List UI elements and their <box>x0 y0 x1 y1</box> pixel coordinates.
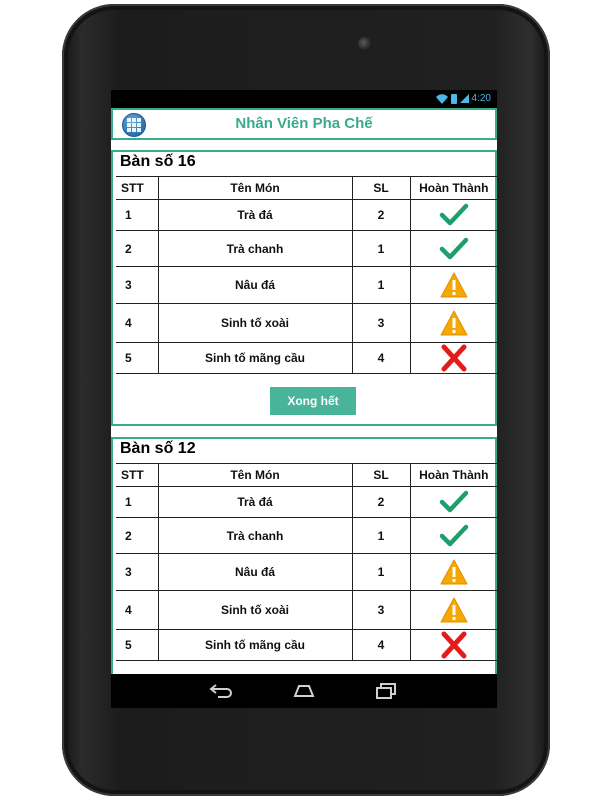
row-item-name: Sinh tố mãng cầu <box>157 629 352 661</box>
row-quantity: 1 <box>351 266 410 304</box>
row-stt: 1 <box>116 486 158 518</box>
check-icon[interactable] <box>439 201 469 229</box>
nav-bar <box>111 674 497 708</box>
row-quantity: 1 <box>351 553 410 591</box>
row-item-name: Nâu đá <box>157 266 352 304</box>
order-card-title: Bàn số 16 <box>120 153 196 170</box>
table-row: 3 Nâu đá 1 <box>116 266 497 304</box>
row-item-name: Sinh tố xoài <box>157 303 352 343</box>
col-header-done: Hoàn Thành <box>409 176 497 200</box>
row-status[interactable] <box>409 199 497 231</box>
row-status[interactable] <box>409 230 497 267</box>
row-quantity: 2 <box>351 199 410 231</box>
row-status[interactable] <box>409 486 497 518</box>
cross-icon[interactable] <box>439 631 469 659</box>
row-stt: 3 <box>116 266 158 304</box>
signal-icon <box>459 94 469 103</box>
row-stt: 5 <box>116 342 158 374</box>
col-header-name: Tên Món <box>157 176 352 200</box>
table-header-row: STT Tên Món SL Hoàn Thành <box>116 463 497 487</box>
row-status[interactable] <box>409 303 497 343</box>
order-card-title: Bàn số 12 <box>120 440 196 457</box>
check-icon[interactable] <box>439 488 469 516</box>
row-quantity: 4 <box>351 629 410 661</box>
wifi-icon <box>435 93 448 104</box>
warning-icon[interactable] <box>439 309 469 337</box>
table-row: 2 Trà chanh 1 <box>116 230 497 267</box>
back-icon[interactable] <box>208 682 234 700</box>
app-content: Nhân Viên Pha Chế Bàn số 16 STT Tên Món … <box>111 108 497 674</box>
col-header-qty: SL <box>351 463 410 487</box>
table-row: 2 Trà chanh 1 <box>116 517 497 554</box>
table-row: 4 Sinh tố xoài 3 <box>116 590 497 630</box>
order-table: STT Tên Món SL Hoàn Thành 1 Trà đá 2 2 Trà c… <box>116 463 497 661</box>
row-quantity: 2 <box>351 486 410 518</box>
page-title: Nhân Viên Pha Chế <box>235 115 373 132</box>
row-quantity: 3 <box>351 590 410 630</box>
row-status[interactable] <box>409 553 497 591</box>
row-status[interactable] <box>409 342 497 374</box>
col-header-stt: STT <box>116 176 158 200</box>
recents-icon[interactable] <box>373 682 399 700</box>
order-table: STT Tên Món SL Hoàn Thành 1 Trà đá 2 2 Trà c… <box>116 176 497 374</box>
table-header-row: STT Tên Món SL Hoàn Thành <box>116 176 497 200</box>
status-time: 4:20 <box>471 93 491 104</box>
check-icon[interactable] <box>439 235 469 263</box>
row-stt: 1 <box>116 199 158 231</box>
table-row: 3 Nâu đá 1 <box>116 553 497 591</box>
table-row: 5 Sinh tố mãng cầu 4 <box>116 629 497 661</box>
app-header: Nhân Viên Pha Chế <box>111 108 497 140</box>
row-item-name: Sinh tố xoài <box>157 590 352 630</box>
row-item-name: Trà đá <box>157 486 352 518</box>
order-card-table-16: Bàn số 16 STT Tên Món SL Hoàn Thành 1 Trà… <box>111 150 497 426</box>
row-stt: 3 <box>116 553 158 591</box>
row-stt: 2 <box>116 517 158 554</box>
row-item-name: Trà chanh <box>157 517 352 554</box>
row-quantity: 4 <box>351 342 410 374</box>
status-bar: 4:20 <box>111 90 497 108</box>
warning-icon[interactable] <box>439 558 469 586</box>
cross-icon[interactable] <box>439 344 469 372</box>
camera-icon <box>358 37 372 51</box>
done-all-button[interactable]: Xong hết <box>270 387 356 415</box>
table-row: 1 Trà đá 2 <box>116 199 497 231</box>
home-icon[interactable] <box>291 682 317 700</box>
row-item-name: Nâu đá <box>157 553 352 591</box>
row-item-name: Sinh tố mãng cầu <box>157 342 352 374</box>
row-item-name: Trà chanh <box>157 230 352 267</box>
screen: 4:20 Nhân Viên Pha Chế Bàn số 16 STT Tên… <box>111 90 497 708</box>
check-icon[interactable] <box>439 522 469 550</box>
row-quantity: 3 <box>351 303 410 343</box>
col-header-name: Tên Món <box>157 463 352 487</box>
row-stt: 5 <box>116 629 158 661</box>
table-row: 5 Sinh tố mãng cầu 4 <box>116 342 497 374</box>
row-quantity: 1 <box>351 517 410 554</box>
row-stt: 2 <box>116 230 158 267</box>
row-status[interactable] <box>409 266 497 304</box>
row-stt: 4 <box>116 303 158 343</box>
row-status[interactable] <box>409 629 497 661</box>
table-row: 1 Trà đá 2 <box>116 486 497 518</box>
order-card-table-12: Bàn số 12 STT Tên Món SL Hoàn Thành 1 Trà… <box>111 437 497 674</box>
col-header-stt: STT <box>116 463 158 487</box>
row-status[interactable] <box>409 590 497 630</box>
col-header-qty: SL <box>351 176 410 200</box>
row-quantity: 1 <box>351 230 410 267</box>
row-status[interactable] <box>409 517 497 554</box>
table-row: 4 Sinh tố xoài 3 <box>116 303 497 343</box>
battery-icon <box>450 93 457 104</box>
warning-icon[interactable] <box>439 271 469 299</box>
row-stt: 4 <box>116 590 158 630</box>
col-header-done: Hoàn Thành <box>409 463 497 487</box>
warning-icon[interactable] <box>439 596 469 624</box>
row-item-name: Trà đá <box>157 199 352 231</box>
